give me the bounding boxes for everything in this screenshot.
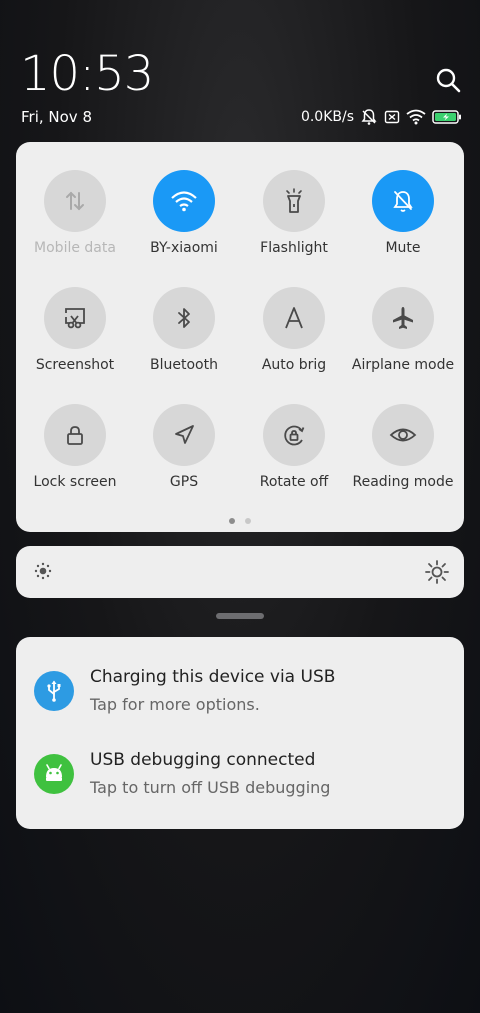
tile-label: Mobile data [34, 240, 116, 256]
search-icon[interactable] [434, 66, 462, 94]
brightness-high-icon [424, 559, 450, 589]
notification-usb-charging[interactable]: Charging this device via USB Tap for mor… [34, 667, 454, 727]
tile-by-xiaomi[interactable]: BY-xiaomi [129, 170, 239, 280]
clock: 10:53 [20, 46, 154, 102]
mute-bell-icon[interactable] [372, 170, 434, 232]
page-dot [245, 518, 251, 524]
usb-icon [34, 671, 74, 711]
tile-label: Mute [385, 240, 421, 256]
gps-icon[interactable] [153, 404, 215, 466]
network-speed: 0.0KB/s [300, 109, 354, 125]
auto-brightness-icon[interactable] [263, 287, 325, 349]
tile-gps[interactable]: GPS [129, 404, 239, 514]
tile-reading-mode[interactable]: Reading mode [348, 404, 458, 514]
page-dot [229, 518, 235, 524]
notification-usb-debugging[interactable]: USB debugging connected Tap to turn off … [34, 750, 454, 810]
lock-icon[interactable] [44, 404, 106, 466]
tile-label: Rotate off [259, 474, 329, 490]
tile-label: GPS [169, 474, 199, 490]
eye-icon[interactable] [372, 404, 434, 466]
tile-mute[interactable]: Mute [348, 170, 458, 280]
tile-auto-brig[interactable]: Auto brig [239, 287, 349, 397]
tile-label: Auto brig [261, 357, 327, 373]
wifi-status-icon [406, 109, 426, 125]
battery-charging-icon [432, 109, 462, 125]
notification-title: Charging this device via USB [90, 667, 336, 687]
tile-screenshot[interactable]: Screenshot [20, 287, 130, 397]
tile-label: Lock screen [33, 474, 117, 490]
tile-rotate-off[interactable]: Rotate off [239, 404, 349, 514]
notification-title: USB debugging connected [90, 750, 316, 770]
mobile-data-icon[interactable] [44, 170, 106, 232]
brightness-low-icon [32, 560, 54, 586]
tile-label: BY-xiaomi [150, 240, 218, 256]
mute-status-icon [360, 108, 378, 126]
notification-subtitle: Tap for more options. [90, 695, 260, 714]
tile-lock-screen[interactable]: Lock screen [20, 404, 130, 514]
screenshot-icon[interactable] [44, 287, 106, 349]
flashlight-icon[interactable] [263, 170, 325, 232]
no-sim-icon [384, 109, 400, 125]
tile-label: Reading mode [352, 474, 454, 490]
tile-label: Flashlight [260, 240, 328, 256]
android-icon [34, 754, 74, 794]
status-bar-right: 0.0KB/s [301, 106, 462, 128]
notification-subtitle: Tap to turn off USB debugging [90, 778, 331, 797]
tile-mobile-data[interactable]: Mobile data [20, 170, 130, 280]
bluetooth-icon[interactable] [153, 287, 215, 349]
brightness-slider[interactable] [16, 546, 464, 598]
wifi-icon[interactable] [153, 170, 215, 232]
tile-label: Bluetooth [150, 357, 218, 373]
drag-handle[interactable] [216, 613, 264, 619]
page-indicator [16, 518, 464, 526]
date: Fri, Nov 8 [21, 108, 92, 126]
airplane-icon[interactable] [372, 287, 434, 349]
quick-settings-panel: Mobile data BY-xiaomi Flashlight Mute Screen… [16, 142, 464, 532]
tile-bluetooth[interactable]: Bluetooth [129, 287, 239, 397]
tile-label: Screenshot [35, 357, 115, 373]
rotate-lock-icon[interactable] [263, 404, 325, 466]
tile-airplane-mode[interactable]: Airplane mode [348, 287, 458, 397]
notification-panel: Charging this device via USB Tap for mor… [16, 637, 464, 829]
tile-label: Airplane mode [351, 357, 455, 373]
tile-flashlight[interactable]: Flashlight [239, 170, 349, 280]
